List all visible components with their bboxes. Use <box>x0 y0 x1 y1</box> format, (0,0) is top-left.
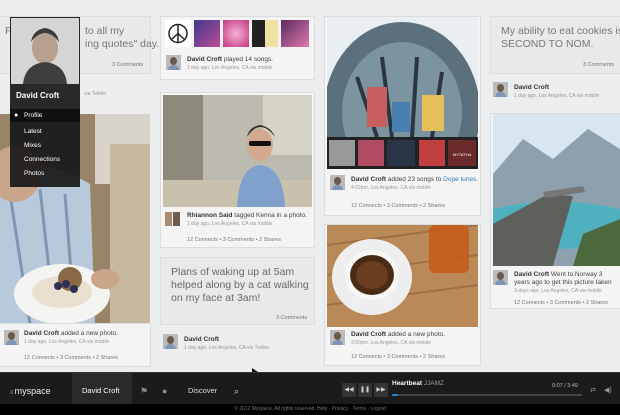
post-timestamp: 3:50pm, Los Angeles, CA via mobile <box>351 340 432 346</box>
photo-caption-card: David Croft added a new photo. 1 day ago… <box>0 324 150 366</box>
avatar[interactable] <box>493 82 508 97</box>
post-actions[interactable]: 12 Connects • 3 Comments • 2 Shares <box>24 355 118 361</box>
menu-item-latest[interactable]: Latest <box>10 125 80 138</box>
comments-link[interactable]: 3 Comments <box>276 315 307 321</box>
profile-photo-image <box>11 18 79 84</box>
menu-item-mixes[interactable]: Mixes <box>10 139 80 152</box>
post-timestamp: 1 day ago, Los Angeles, CA via mobile <box>187 221 273 227</box>
post-source: via Twitter <box>84 91 107 97</box>
profile-photo[interactable] <box>11 18 79 84</box>
sunglasses-photo-image <box>163 95 312 207</box>
menu-item-connections[interactable]: Connections <box>10 153 80 166</box>
avatar[interactable] <box>163 334 178 349</box>
tile[interactable] <box>329 140 355 166</box>
author-name[interactable]: David Croft <box>24 330 59 337</box>
album-art[interactable] <box>223 20 249 47</box>
post-actions[interactable]: 12 Connects • 3 Comments • 2 Shares <box>187 237 281 243</box>
photo-card[interactable]: Rhiannon Said tagged Kenna in a photo. 1… <box>161 93 314 247</box>
track-title: Heartbeat <box>392 380 422 387</box>
photo-card[interactable]: David Croft added a new photo. 3:50pm, L… <box>325 225 480 365</box>
profile-menu: David Croft ● Profile Latest Mixes Conne… <box>10 17 80 187</box>
post-timestamp: 4:02pm, Los Angeles, CA via mobile <box>351 185 432 191</box>
post-timestamp: 3 days ago, Los Angeles, CA via mobile <box>514 288 602 294</box>
playlist-link[interactable]: Dope tunes. <box>443 176 478 183</box>
activity-stream: F to all my ing quotes" day. 3 Comments … <box>0 0 620 372</box>
player-controls: ◀◀ ❚❚ ▶▶ <box>342 383 388 399</box>
author-name[interactable]: David Croft <box>514 84 549 91</box>
author-name[interactable]: David Croft <box>514 271 549 278</box>
post-timestamp: 1 day ago, Los Angeles, CA via mobile <box>514 93 600 99</box>
tile[interactable] <box>358 140 384 166</box>
avatar[interactable] <box>4 330 19 345</box>
album-art[interactable] <box>194 20 220 47</box>
footer: © 2012 Myspace. All rights reserved. Hel… <box>0 404 620 415</box>
tile-strip: MYTATHA <box>327 137 478 169</box>
avatar[interactable] <box>330 330 345 345</box>
author-name[interactable]: David Croft <box>184 336 219 343</box>
norway-photo-image <box>493 114 620 266</box>
progress-bar[interactable] <box>392 394 582 396</box>
now-playing[interactable]: Heartbeat JJAMZ <box>392 380 444 387</box>
author-name[interactable]: David Croft <box>351 176 386 183</box>
menu-item-photos[interactable]: Photos <box>10 167 80 180</box>
post-actions[interactable]: 12 Connects • 3 Comments • 2 Shares <box>514 300 608 306</box>
album-art[interactable] <box>252 20 278 47</box>
post-actions[interactable]: 12 Connects • 3 Comments • 2 Shares <box>351 354 445 360</box>
author-name[interactable]: David Croft <box>351 331 386 338</box>
time-display: 0:07 / 3:49 <box>552 383 578 389</box>
songs-card[interactable]: David Croft played 14 songs. 1 day ago, … <box>161 17 314 79</box>
user-icon: ● <box>14 112 19 119</box>
profile-name[interactable]: David Croft <box>16 91 59 100</box>
pause-icon[interactable]: ❚❚ <box>358 383 372 397</box>
tile[interactable] <box>387 140 415 166</box>
album-art[interactable] <box>281 20 309 47</box>
post-timestamp: 1 day ago, Los Angeles, CA via mobile <box>24 339 110 345</box>
progress-fill <box>392 394 398 396</box>
avatar[interactable] <box>173 212 180 226</box>
avatar[interactable] <box>166 55 181 70</box>
quote-card[interactable]: Plans of waking up at 5am helped along b… <box>161 258 314 324</box>
album-art[interactable] <box>165 20 191 47</box>
quote-text: Plans of waking up at 5am helped along b… <box>171 266 309 304</box>
tile[interactable] <box>419 140 445 166</box>
peace-icon <box>168 23 188 44</box>
author-name[interactable]: David Croft <box>187 56 222 63</box>
post-photo-coffee[interactable] <box>327 225 478 327</box>
coffee-photo-image <box>327 225 478 327</box>
avatar[interactable] <box>493 270 508 285</box>
post-photo-sunglasses[interactable] <box>163 95 312 207</box>
artist-name: JJAMZ <box>423 380 445 387</box>
comments-link[interactable]: 3 Comments <box>112 62 143 68</box>
post-timestamp: 1 day ago, Los Angeles, CA via mobile <box>187 65 273 71</box>
quote-text: My ability to eat cookies is SECOND TO N… <box>501 25 620 50</box>
playlist-card[interactable]: MYTATHA David Croft added 23 songs to Do… <box>325 17 480 215</box>
tile-label[interactable]: MYTATHA <box>448 140 476 166</box>
comments-link[interactable]: 3 Comments <box>583 62 614 68</box>
next-icon[interactable]: ▶▶ <box>374 383 388 397</box>
menu-item-profile[interactable]: ● Profile <box>10 109 80 122</box>
logo-mark-icon: ≡ <box>10 390 13 396</box>
playlist-cover-photo[interactable] <box>327 17 478 137</box>
fisheye-photo-image <box>327 17 478 137</box>
previous-icon[interactable]: ◀◀ <box>342 383 356 397</box>
author-name[interactable]: Rhiannon Said <box>187 212 233 219</box>
quote-card[interactable]: My ability to eat cookies is SECOND TO N… <box>491 17 620 73</box>
photo-card[interactable]: David Croft Went to Norway 3 years ago t… <box>491 114 620 308</box>
avatar[interactable] <box>165 212 172 226</box>
post-timestamp: 1 day ago, Los Angeles, CA via Twitter <box>184 345 270 351</box>
post-photo-norway[interactable] <box>493 114 620 266</box>
avatar[interactable] <box>330 175 345 190</box>
post-actions[interactable]: 12 Connects • 3 Comments • 2 Shares <box>351 203 445 209</box>
